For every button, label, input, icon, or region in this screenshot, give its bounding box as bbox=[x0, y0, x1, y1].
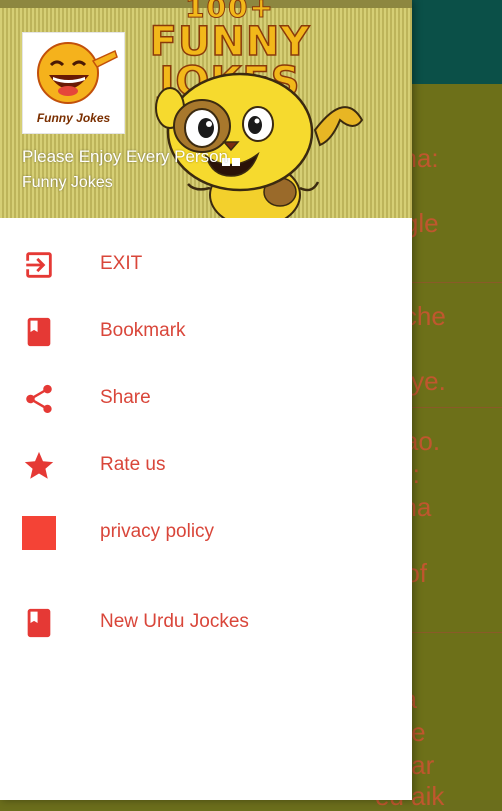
menu-item-privacy-policy[interactable]: privacy policy bbox=[0, 503, 412, 563]
menu-item-label: privacy policy bbox=[100, 521, 215, 542]
cartoon-dog-illustration bbox=[155, 72, 364, 218]
app-logo-label: Funny Jokes bbox=[36, 111, 111, 125]
menu-item-label: New Urdu Jockes bbox=[100, 611, 249, 632]
exit-icon bbox=[26, 252, 52, 278]
app-logo: Funny Jokes bbox=[22, 32, 125, 134]
bookmark-icon bbox=[27, 608, 51, 638]
menu-item-label: Share bbox=[100, 387, 151, 408]
menu-item-bookmark[interactable]: Bookmark bbox=[0, 302, 412, 362]
menu-item-label: Rate us bbox=[100, 454, 166, 475]
menu-item-new-urdu-jockes[interactable]: New Urdu Jockes bbox=[0, 593, 412, 653]
menu-item-rate-us[interactable]: Rate us bbox=[0, 436, 412, 496]
menu-item-label: EXIT bbox=[100, 253, 143, 274]
header-caption: Funny Jokes bbox=[22, 174, 113, 191]
navigation-drawer: 100+ FUNNY JOKES bbox=[0, 0, 412, 800]
menu-item-share[interactable]: Share bbox=[0, 369, 412, 429]
header-subtitle: Please Enjoy Every Person bbox=[22, 147, 228, 166]
laughing-emoji-icon bbox=[37, 42, 118, 104]
star-icon bbox=[24, 451, 54, 479]
share-icon bbox=[26, 384, 52, 414]
menu-item-label: Bookmark bbox=[100, 320, 186, 341]
menu-item-exit[interactable]: EXIT bbox=[0, 235, 412, 295]
bookmark-icon bbox=[27, 317, 51, 347]
banner-title-line: FUNNY bbox=[149, 19, 311, 65]
drawer-header: 100+ FUNNY JOKES bbox=[0, 0, 412, 218]
square-icon bbox=[22, 516, 56, 550]
